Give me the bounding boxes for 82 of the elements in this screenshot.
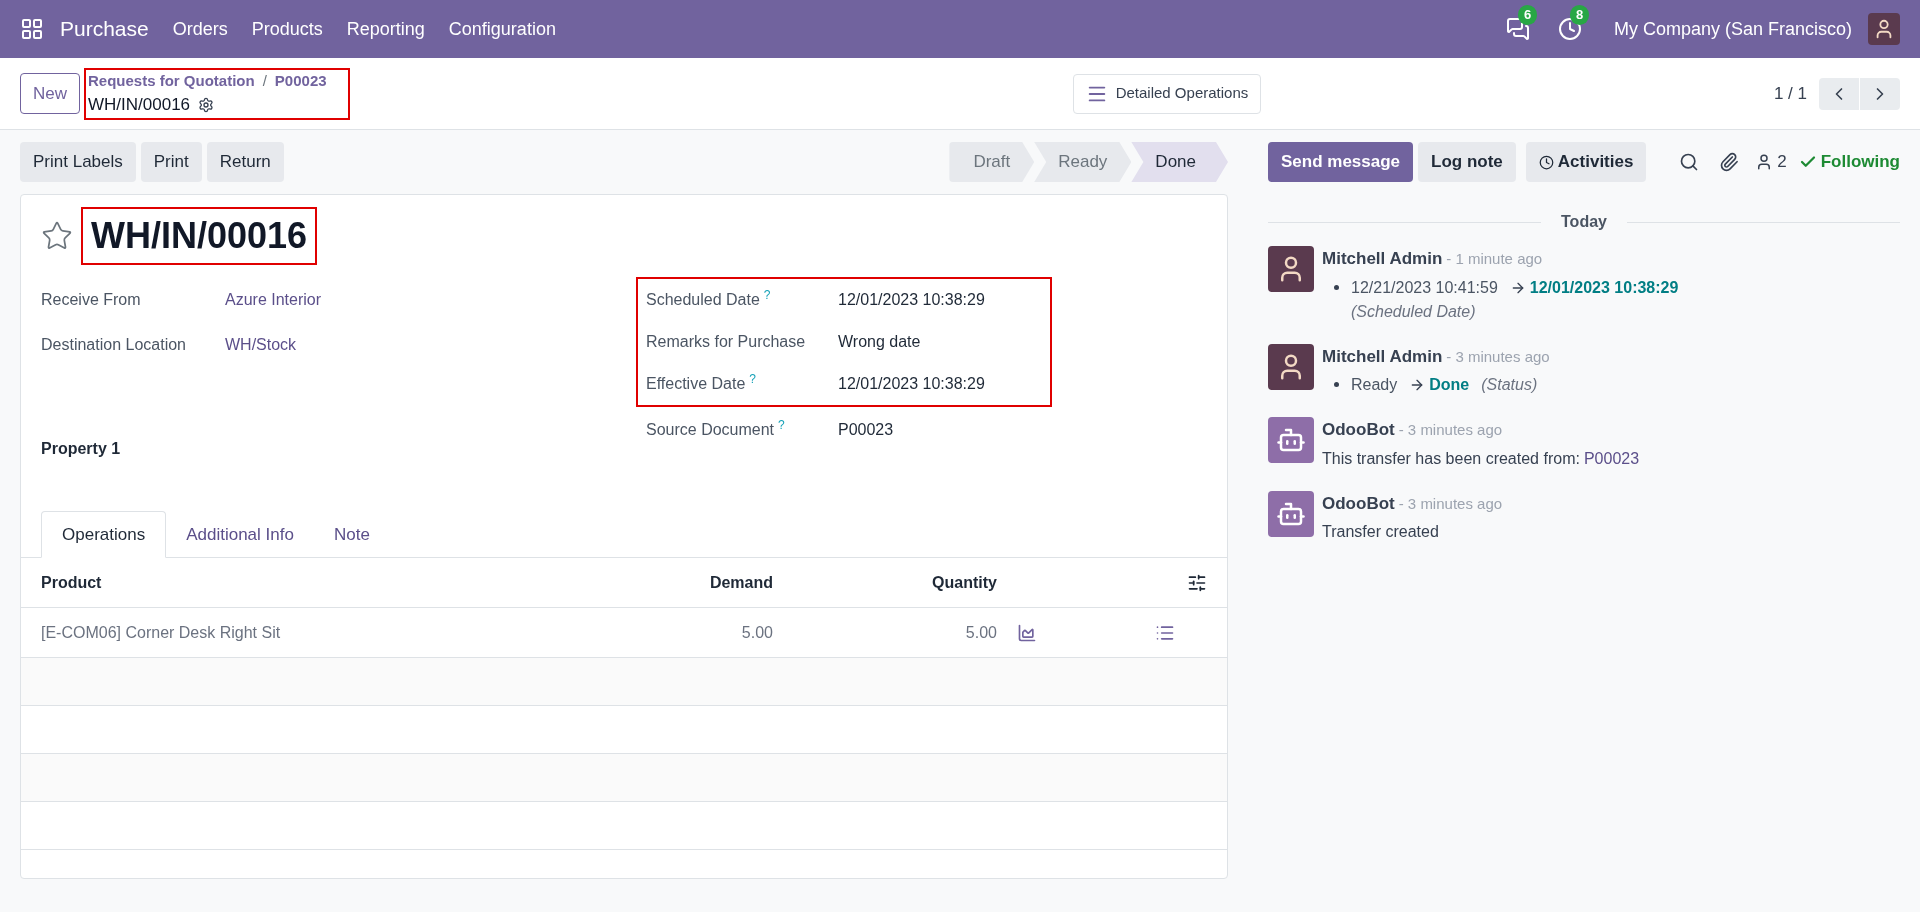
message-time: - 3 minutes ago [1398,420,1503,440]
bot-avatar [1268,490,1314,537]
message-time: - 3 minutes ago [1398,493,1503,514]
date-separator: Today [1560,212,1608,232]
tracked-field: (Scheduled Date) [1351,299,1476,324]
chatter-button[interactable]: Send message [1268,142,1414,182]
property-label: Property 1 [41,440,121,457]
menu-item[interactable]: Orders [172,15,228,43]
tracked-field: (Status) [1481,373,1538,397]
new-button[interactable]: New [20,72,80,115]
breadcrumb-link[interactable]: Requests for Quotation [88,69,255,92]
menu-item[interactable]: Configuration [448,15,556,43]
clock-icon [1538,154,1554,170]
breadcrumb-separator: / [262,70,267,91]
column-header: Product [41,572,103,593]
followers-button[interactable]: 2 [1755,149,1787,175]
status-stage[interactable]: Done [1131,142,1228,182]
menu-item[interactable]: Reporting [346,15,425,43]
column-header: Demand [708,572,773,593]
breadcrumb-link[interactable]: P00023 [274,69,327,92]
status-stage[interactable]: Draft [949,142,1035,182]
new-value: Done [1429,375,1470,395]
field-label: Scheduled Date $^{?}$ [646,288,772,310]
company-switcher[interactable]: My Company (San Francisco) [1613,15,1852,43]
star-icon[interactable] [41,220,73,252]
old-value: Ready [1351,375,1398,395]
user-avatar [1268,246,1314,292]
action-button[interactable]: Print [140,142,202,182]
message-author: OdooBot [1322,419,1395,441]
column-header: Quantity [931,572,997,593]
status-stage[interactable]: Ready [1034,142,1132,182]
message-author: OdooBot [1322,492,1395,515]
table-cell-text: 5.00 [740,622,773,643]
new-value: 12/01/2023 10:38:29 [1529,277,1679,298]
field-value: Wrong date [838,332,921,352]
count-badge: 8 [1569,5,1590,25]
column-settings-icon[interactable] [1187,572,1207,593]
message-time: - 3 minutes ago [1446,346,1550,367]
field-label: Receive From [41,289,142,310]
chatter-button[interactable]: Activities [1525,142,1647,182]
action-button[interactable]: Print Labels [20,142,136,182]
user-avatar[interactable] [1868,13,1900,45]
field-label: Remarks for Purchase [646,332,807,352]
field-value: 12/01/2023 10:38:29 [838,290,985,310]
field-value: P00023 [838,420,894,440]
table-cell-text: 5.00 [964,622,997,643]
field-link[interactable]: Azure Interior [225,287,322,312]
message-body: This transfer has been created from: [1322,448,1580,469]
apps-menu-icon[interactable] [20,17,44,41]
activity-clock-icon[interactable] [1557,17,1582,41]
user-avatar [1268,343,1314,390]
form-tab[interactable]: Note [313,511,390,558]
bot-avatar [1268,417,1314,463]
forecast-chart-icon[interactable] [1017,622,1037,643]
form-tab[interactable]: Additional Info [166,511,314,558]
field-link[interactable]: WH/Stock [225,332,297,357]
message-author: Mitchell Admin [1322,248,1443,270]
detailed-operations-button[interactable]: Detailed Operations [1072,73,1262,114]
field-label: Destination Location [41,334,187,355]
field-label: Effective Date $^{?}$ [646,372,757,394]
messages-icon[interactable] [1505,17,1530,41]
settings-icon[interactable] [198,96,215,113]
form-tab[interactable]: Operations [41,511,167,558]
old-value: 12/21/2023 10:41:59 [1351,277,1498,298]
record-name: WH/IN/00016 [88,94,191,116]
field-label: Source Document $^{?}$ [646,418,786,440]
field-value: 12/01/2023 10:38:29 [838,374,985,394]
following-button[interactable]: Following [1798,149,1900,175]
table-cell-text: [E-COM06] Corner Desk Right Sit [41,622,282,643]
menu-item[interactable]: Products [251,15,323,43]
paperclip-icon[interactable] [1719,152,1740,172]
message-body: Transfer created [1322,522,1439,542]
app-name[interactable]: Purchase [60,13,149,45]
search-icon[interactable] [1679,152,1700,172]
chatter-button[interactable]: Log note [1418,142,1516,182]
action-button[interactable]: Return [206,142,284,182]
pager-value: 1 / 1 [1773,82,1807,105]
message-author: Mitchell Admin [1322,345,1443,368]
message-time: - 1 minute ago [1446,249,1543,269]
count-badge: 6 [1517,5,1538,25]
record-title: WH/IN/00016 [91,215,308,256]
record-link[interactable]: P00023 [1583,446,1640,471]
